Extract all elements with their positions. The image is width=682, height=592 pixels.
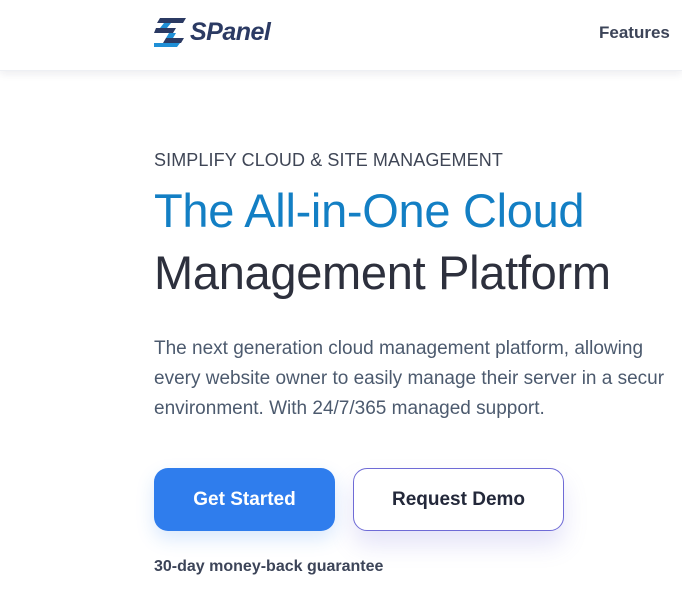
hero-description-line: The next generation cloud management pla… bbox=[154, 338, 644, 359]
hero-eyebrow: SIMPLIFY CLOUD & SITE MANAGEMENT bbox=[154, 150, 503, 170]
page: SPanel Features SIMPLIFY CLOUD & SITE MA… bbox=[0, 0, 682, 592]
hero-title-line-2: Management Platform bbox=[154, 246, 611, 299]
hero-description: The next generation cloud management pla… bbox=[154, 334, 682, 424]
logo-text: SPanel bbox=[190, 18, 271, 46]
nav-item-features[interactable]: Features bbox=[599, 22, 670, 44]
hero-description-line: every website owner to easily manage the… bbox=[154, 368, 665, 389]
hero-title: The All-in-One Cloud Management Platform bbox=[154, 180, 611, 304]
money-back-guarantee: 30-day money-back guarantee bbox=[154, 558, 384, 575]
site-header: SPanel Features bbox=[0, 0, 682, 71]
spanel-logo-icon bbox=[154, 18, 186, 47]
logo-link[interactable]: SPanel bbox=[154, 15, 271, 49]
request-demo-button[interactable]: Request Demo bbox=[353, 468, 564, 531]
get-started-button[interactable]: Get Started bbox=[154, 468, 335, 531]
hero-description-line: environment. With 24/7/365 managed suppo… bbox=[154, 398, 545, 419]
hero-title-line-1: The All-in-One Cloud bbox=[154, 184, 585, 237]
